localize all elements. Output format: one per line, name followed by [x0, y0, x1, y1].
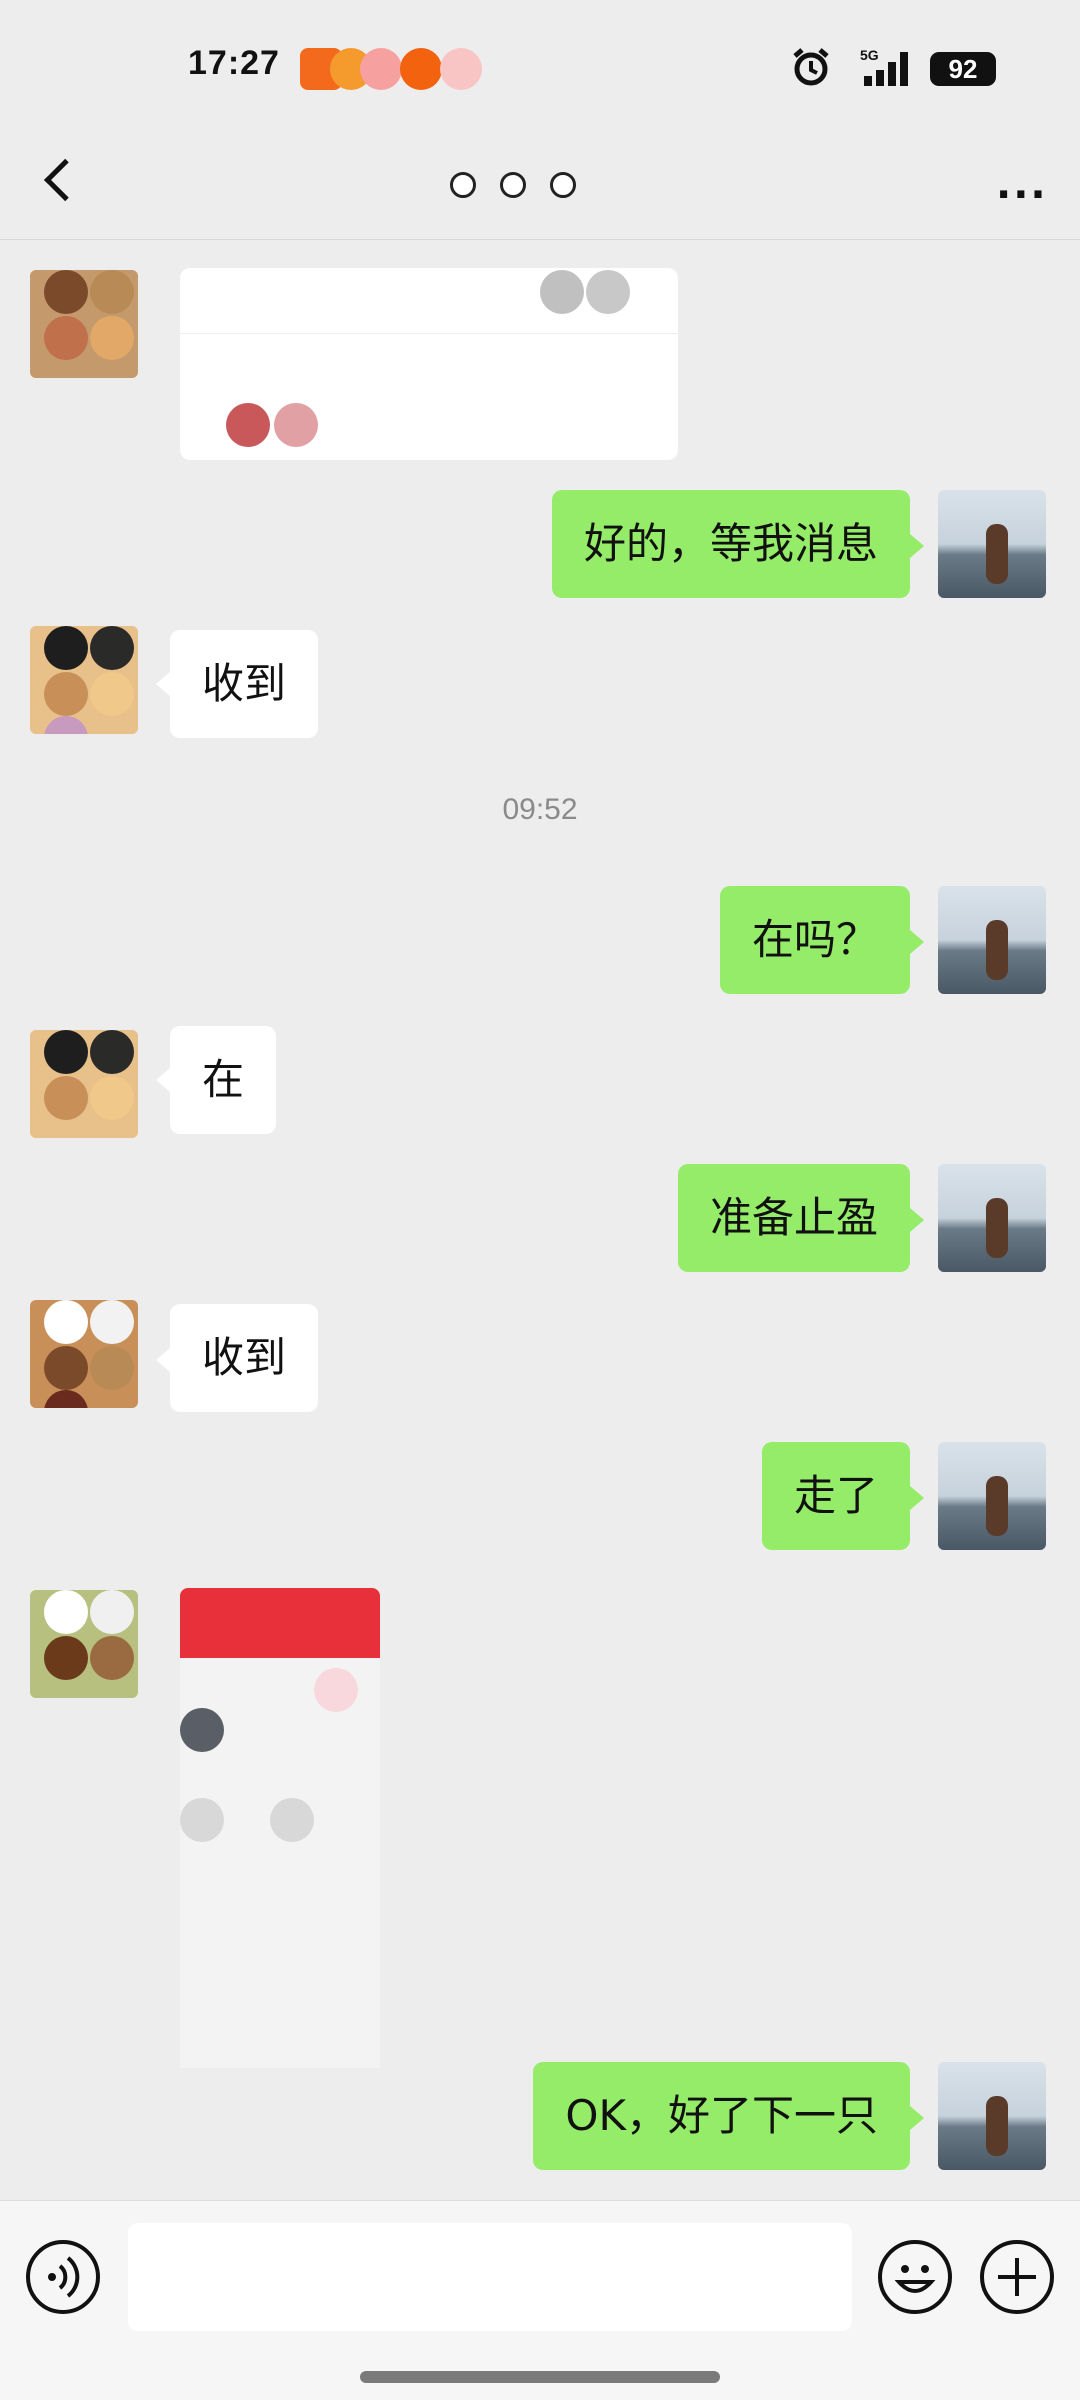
self-avatar[interactable] — [938, 1442, 1046, 1550]
chevron-left-icon[interactable] — [44, 158, 87, 202]
image-message-redacted[interactable] — [180, 1588, 380, 2068]
smile-icon — [894, 2265, 936, 2293]
message-outgoing[interactable]: 好的，等我消息 — [551, 490, 910, 598]
self-avatar[interactable] — [938, 2062, 1046, 2170]
network-label: 5G — [860, 47, 879, 63]
voice-icon — [48, 2256, 80, 2298]
app-notification-icon — [360, 48, 402, 90]
chat-header: ··· — [0, 120, 1080, 240]
app-notification-icon — [400, 48, 442, 90]
contact-avatar[interactable] — [30, 1300, 138, 1408]
ellipsis-icon[interactable]: ··· — [996, 172, 1048, 218]
home-indicator — [360, 2371, 720, 2383]
bubble-tail — [910, 1486, 924, 1510]
self-avatar[interactable] — [938, 1164, 1046, 1272]
message-input[interactable] — [128, 2223, 852, 2331]
message-incoming[interactable]: 收到 — [170, 1304, 319, 1412]
bubble-tail — [910, 2106, 924, 2130]
bubble-tail — [910, 534, 924, 558]
contact-avatar[interactable] — [30, 1590, 138, 1698]
app-notification-icon — [440, 48, 482, 90]
contact-avatar[interactable] — [30, 1030, 138, 1138]
plus-icon — [998, 2258, 1036, 2296]
timestamp: 09:52 — [502, 793, 578, 826]
message-incoming[interactable]: 在 — [170, 1026, 277, 1134]
contact-avatar[interactable] — [30, 270, 138, 378]
contact-avatar[interactable] — [30, 626, 138, 734]
voice-button[interactable] — [26, 2240, 100, 2314]
self-avatar[interactable] — [938, 490, 1046, 598]
message-incoming[interactable]: 收到 — [170, 630, 319, 738]
message-outgoing[interactable]: 准备止盈 — [677, 1164, 910, 1272]
message-outgoing[interactable]: 走了 — [761, 1442, 910, 1550]
battery-indicator: 92 — [930, 52, 996, 86]
bubble-tail — [910, 1208, 924, 1232]
input-toolbar — [0, 2200, 1080, 2400]
shared-card-redacted[interactable] — [180, 268, 678, 460]
message-outgoing[interactable]: OK，好了下一只 — [533, 2062, 910, 2170]
bubble-tail — [156, 672, 170, 696]
more-functions-button[interactable] — [980, 2240, 1054, 2314]
self-avatar[interactable] — [938, 886, 1046, 994]
bubble-tail — [910, 930, 924, 954]
bubble-tail — [156, 1348, 170, 1372]
message-outgoing[interactable]: 在吗？ — [719, 886, 910, 994]
chat-title-redacted — [440, 150, 640, 210]
emoji-button[interactable] — [878, 2240, 952, 2314]
bubble-tail — [156, 1068, 170, 1092]
status-time: 17:27 — [188, 44, 280, 82]
signal-icon: 5G — [860, 47, 908, 86]
alarm-icon — [793, 48, 829, 86]
